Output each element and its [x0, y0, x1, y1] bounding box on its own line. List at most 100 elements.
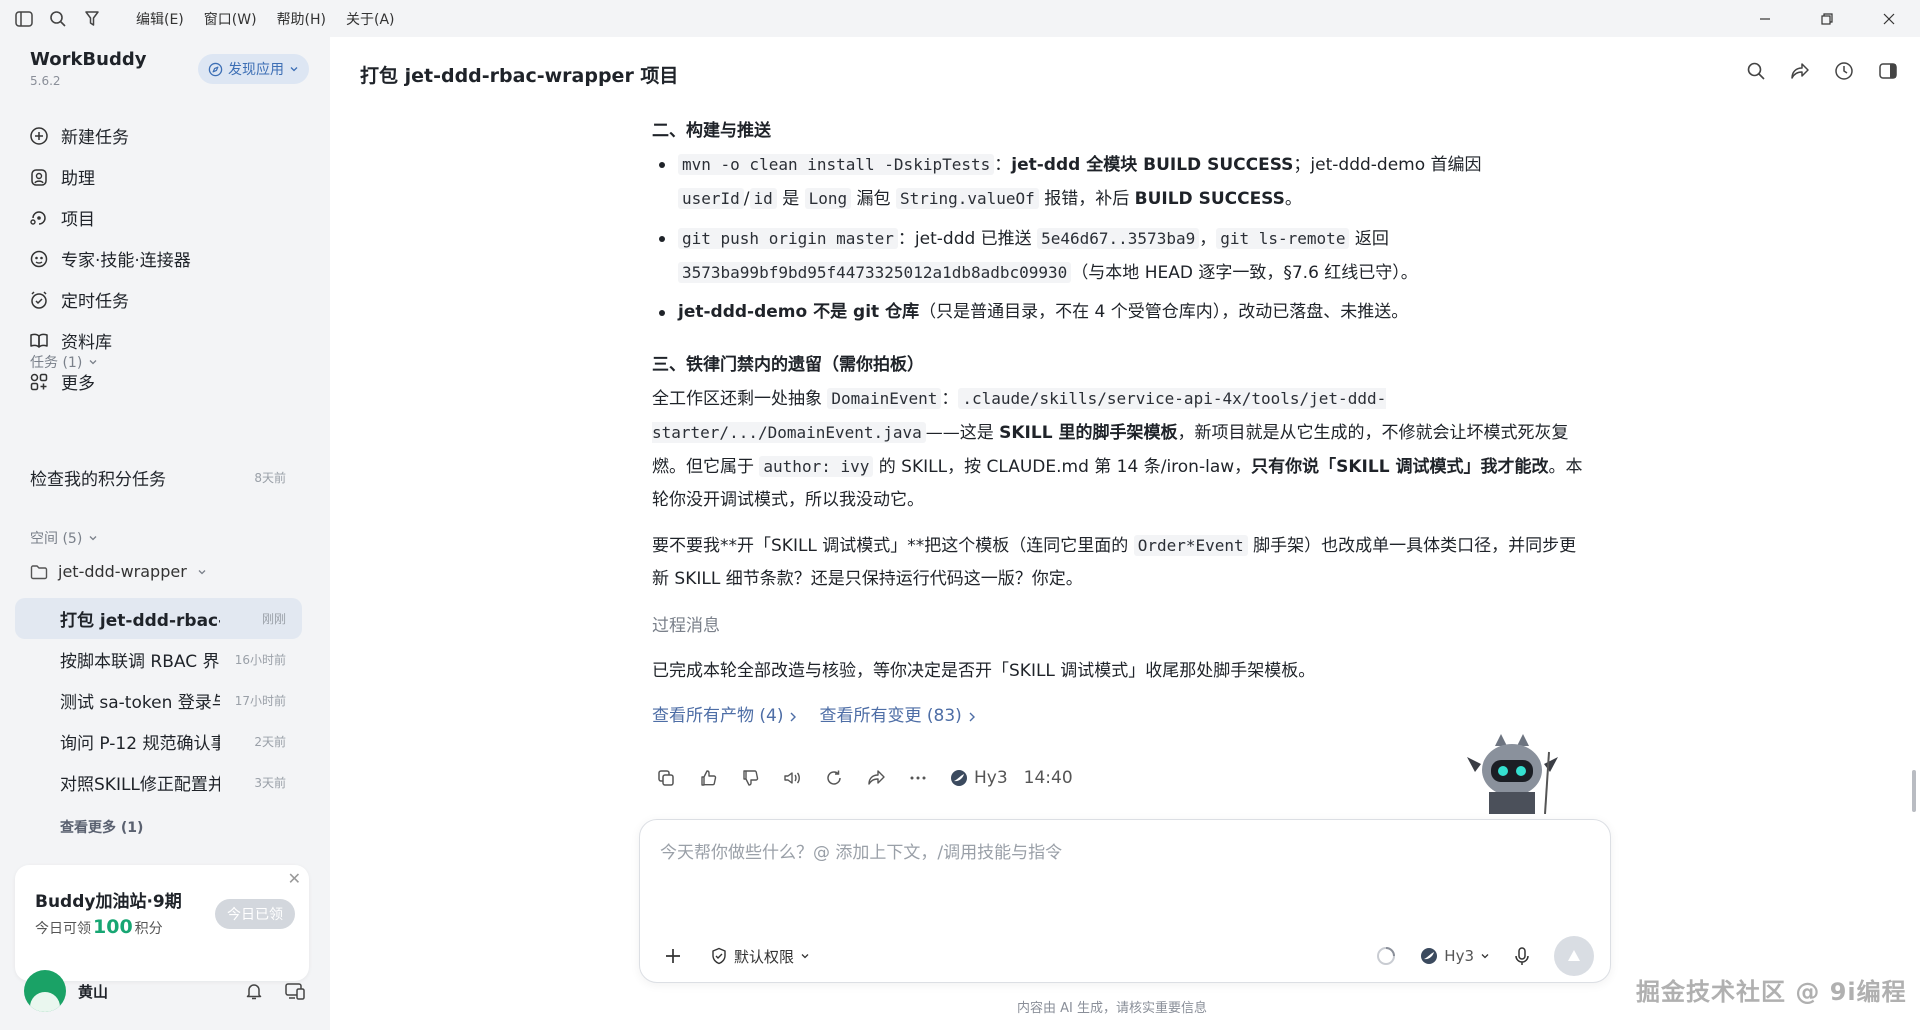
bullet-text: ；jet-ddd-demo 首编因 — [1293, 155, 1482, 175]
session-item[interactable]: 对照SKILL修正配置并出 3天前 — [15, 762, 302, 803]
session-title: 打包 jet-ddd-rbac-wrapper 项目 — [60, 611, 220, 631]
share-icon[interactable] — [866, 768, 886, 788]
regenerate-icon[interactable] — [824, 768, 844, 788]
inline-code: 5e46d67..3573ba9 — [1037, 228, 1200, 249]
paragraph-text: ： — [941, 389, 959, 409]
chevron-down-icon — [290, 67, 298, 72]
microphone-icon[interactable] — [1514, 946, 1530, 966]
permission-selector[interactable]: 默认权限 — [710, 946, 810, 967]
promo-title: Buddy加油站·9期 — [35, 892, 182, 912]
speaker-icon[interactable] — [782, 768, 802, 788]
minimize-button[interactable] — [1734, 0, 1796, 37]
nav-assistant[interactable]: 助理 — [26, 156, 306, 197]
promo-card: Buddy加油站·9期 今日可领 100 积分 今日已领 ✕ — [15, 865, 309, 981]
session-item[interactable]: 询问 P-12 规范确认事项 2天前 — [15, 721, 302, 762]
view-changes-link[interactable]: 查看所有变更 (83) — [819, 700, 975, 733]
view-artifacts-label: 查看所有产物 (4) — [652, 706, 784, 726]
paragraph-text: ——这是 — [925, 423, 1000, 443]
chevron-down-icon — [1481, 954, 1489, 959]
thumbs-up-icon[interactable] — [698, 768, 718, 788]
bullet-text: ： — [994, 155, 1012, 175]
bell-icon[interactable] — [244, 981, 264, 1001]
bold-text: jet-ddd 全模块 BUILD SUCCESS — [1011, 155, 1294, 175]
session-title: 询问 P-12 规范确认事项 — [60, 734, 220, 754]
menu-window[interactable]: 窗口(W) — [204, 9, 257, 29]
bullet-item: jet-ddd-demo 不是 git 仓库（只是普通目录，不在 4 个受管仓库… — [652, 296, 1592, 329]
discover-apps-button[interactable]: 发现应用 — [198, 54, 309, 84]
session-item[interactable]: 测试 sa-token 登录与 17小时前 — [15, 680, 302, 721]
share-icon[interactable] — [1790, 61, 1810, 81]
chevron-down-icon — [89, 360, 97, 365]
nav-new-task-label: 新建任务 — [61, 128, 129, 148]
chevron-right-icon — [790, 712, 797, 721]
session-time: 17小时前 — [234, 694, 286, 708]
search-icon[interactable] — [1746, 61, 1766, 81]
menu-about[interactable]: 关于(A) — [346, 9, 395, 29]
plus-circle-icon — [30, 126, 48, 145]
task-title: 检查我的积分任务 — [30, 470, 166, 490]
promo-claimed-button[interactable]: 今日已领 — [215, 899, 295, 929]
spaces-section-header[interactable]: 空间 (5) — [30, 528, 98, 548]
message-input[interactable]: 今天帮你做些什么？@ 添加上下文，/调用技能与指令 — [660, 838, 1062, 863]
thumbs-down-icon[interactable] — [740, 768, 760, 788]
history-icon[interactable] — [1834, 61, 1854, 81]
nav-library-label: 资料库 — [61, 333, 112, 353]
task-item[interactable]: 检查我的积分任务 8天前 — [30, 465, 286, 490]
app-name: WorkBuddy — [30, 49, 147, 70]
bold-text: BUILD SUCCESS — [1134, 189, 1285, 209]
devices-icon[interactable] — [284, 981, 306, 1001]
book-icon — [30, 333, 48, 348]
chevron-right-icon — [969, 712, 975, 721]
summary-text: 已完成本轮全部改造与核验，等你决定是否开「SKILL 调试模式」收尾那处脚手架模… — [652, 661, 1316, 681]
grid-more-icon — [30, 373, 48, 390]
process-messages-toggle[interactable]: 过程消息 — [652, 610, 1592, 643]
copy-icon[interactable] — [656, 768, 676, 788]
scrollbar[interactable] — [1912, 770, 1916, 812]
nav-project[interactable]: 项目 — [26, 197, 306, 238]
more-options-icon[interactable] — [908, 768, 928, 788]
inline-code: author: ivy — [759, 456, 874, 477]
menu-help[interactable]: 帮助(H) — [277, 9, 326, 29]
inline-code: userId — [678, 188, 744, 209]
nav-new-task[interactable]: 新建任务 — [26, 115, 306, 156]
panel-toggle-icon[interactable] — [1878, 61, 1898, 81]
close-button[interactable] — [1858, 0, 1920, 37]
paragraph-text: 全工作区还剩一处抽象 — [652, 389, 828, 409]
sidebar-toggle-icon[interactable] — [14, 9, 34, 29]
session-item-active[interactable]: 打包 jet-ddd-rbac-wrapper 项目 刚刚 — [15, 598, 302, 639]
inline-code: Long — [804, 188, 852, 209]
bullet-item: mvn -o clean install -DskipTests ：jet-ddd… — [652, 148, 1592, 216]
session-title: 按脚本联调 RBAC 界面 — [60, 652, 220, 672]
bold-text: SKILL 里的脚手架模板 — [999, 423, 1178, 443]
add-icon[interactable] — [664, 947, 682, 965]
bullet-text: （只是普通目录，不在 4 个受管仓库内），改动已落盘、未推送。 — [919, 302, 1409, 322]
avatar[interactable] — [24, 970, 66, 1012]
nav-project-label: 项目 — [61, 210, 95, 230]
space-folder[interactable]: jet-ddd-wrapper — [30, 562, 207, 581]
promo-points: 100 — [93, 916, 133, 938]
tasks-section-header[interactable]: 任务 (1) — [30, 352, 98, 372]
message-action-bar: Hy3 14:40 — [656, 768, 1073, 788]
model-selector[interactable]: Hy3 — [1420, 947, 1490, 965]
nav-scheduled-tasks[interactable]: 定时任务 — [26, 279, 306, 320]
send-arrow-icon — [1568, 950, 1580, 961]
close-icon[interactable]: ✕ — [288, 869, 301, 888]
search-icon[interactable] — [48, 9, 68, 29]
session-title: 测试 sa-token 登录与 — [60, 693, 220, 713]
nav-experts[interactable]: 专家·技能·连接器 — [26, 238, 306, 279]
filter-icon[interactable] — [82, 9, 102, 29]
model-name: Hy3 — [974, 768, 1008, 788]
bullet-text: ， — [1199, 229, 1217, 249]
menu-edit[interactable]: 编辑(E) — [136, 9, 184, 29]
session-title: 对照SKILL修正配置并出 — [60, 775, 220, 795]
send-button[interactable] — [1554, 936, 1594, 976]
loading-spinner-icon — [1377, 947, 1396, 965]
see-more-link[interactable]: 查看更多 (1) — [60, 817, 143, 837]
bullet-item: git push origin master ：jet-ddd 已推送 5e46d… — [652, 222, 1592, 290]
restore-button[interactable] — [1796, 0, 1858, 37]
inline-code: git ls-remote — [1216, 228, 1350, 249]
assistant-message: 二、构建与推送 mvn -o clean install -DskipTests… — [652, 111, 1592, 733]
section-heading-legacy: 三、铁律门禁内的遗留（需你拍板） — [652, 355, 924, 375]
view-artifacts-link[interactable]: 查看所有产物 (4) — [652, 700, 797, 733]
session-item[interactable]: 按脚本联调 RBAC 界面 16小时前 — [15, 639, 302, 680]
